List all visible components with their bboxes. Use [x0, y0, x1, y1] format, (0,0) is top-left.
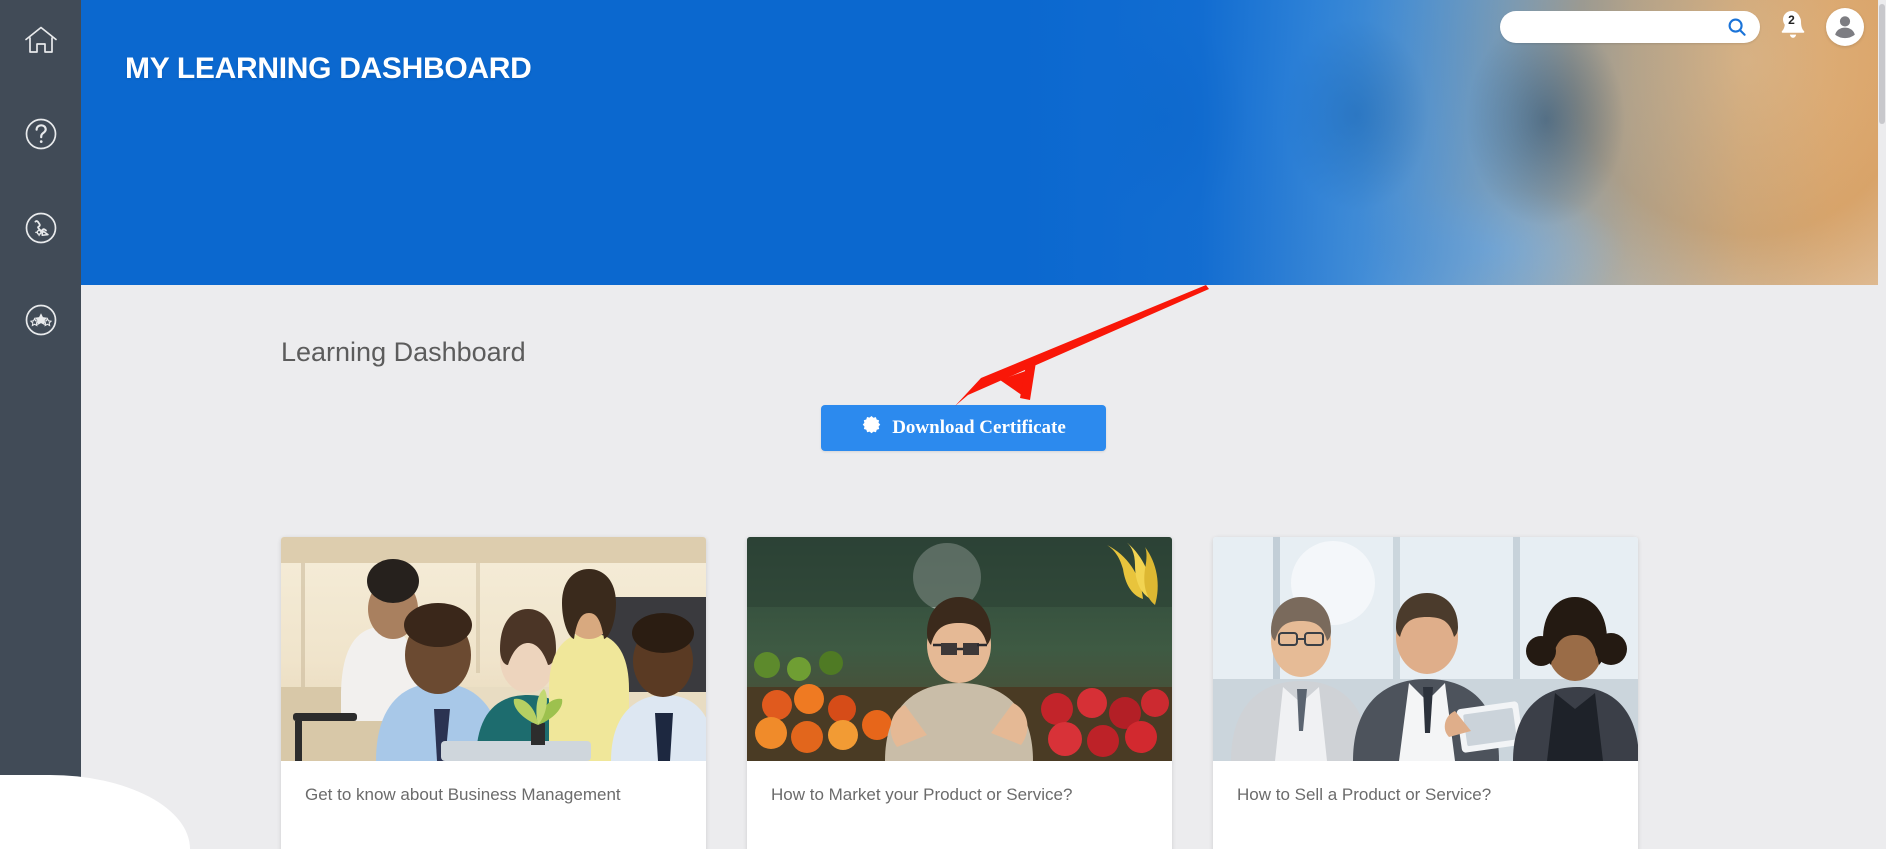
main-content: Learning Dashboard Download Certificate: [81, 285, 1886, 849]
search-icon[interactable]: [1726, 16, 1748, 38]
scrollbar-thumb[interactable]: [1879, 4, 1885, 124]
course-card-image: [747, 537, 1172, 761]
user-avatar[interactable]: [1826, 8, 1864, 46]
sidebar-item-home[interactable]: [0, 0, 81, 80]
download-certificate-label: Download Certificate: [892, 417, 1066, 438]
course-card[interactable]: How to Sell a Product or Service?: [1213, 537, 1638, 849]
top-bar-controls: 2: [1500, 8, 1864, 46]
search-box[interactable]: [1500, 11, 1760, 43]
course-card-title: Get to know about Business Management: [305, 785, 621, 804]
bell-icon: [1776, 11, 1810, 49]
certificate-seal-icon: [861, 415, 882, 442]
help-icon: [21, 114, 61, 154]
notification-count-badge: 2: [1783, 11, 1800, 28]
page-header-title: MY LEARNING DASHBOARD: [125, 52, 532, 85]
course-card-image: [281, 537, 706, 761]
left-sidebar-rail: [0, 0, 81, 849]
vertical-scrollbar[interactable]: [1878, 0, 1886, 849]
home-icon: [21, 20, 61, 60]
course-card[interactable]: How to Market your Product or Service?: [747, 537, 1172, 849]
course-card-title: How to Market your Product or Service?: [771, 785, 1073, 804]
page-title: Learning Dashboard: [281, 337, 526, 367]
sidebar-item-support[interactable]: [0, 188, 81, 268]
user-avatar-icon: [1829, 8, 1861, 46]
course-card-title: How to Sell a Product or Service?: [1237, 785, 1492, 804]
notifications-button[interactable]: 2: [1776, 9, 1810, 45]
search-input[interactable]: [1514, 12, 1726, 42]
support-contact-icon: [21, 208, 61, 248]
sidebar-item-help[interactable]: [0, 94, 81, 174]
learning-dashboard-page: MY LEARNING DASHBOARD 2 Learning Dashboa…: [0, 0, 1886, 849]
download-certificate-button[interactable]: Download Certificate: [821, 405, 1106, 451]
sidebar-item-ratings[interactable]: [0, 280, 81, 360]
course-card-list: Get to know about Business Management Ho…: [281, 537, 1638, 849]
stars-rating-icon: [21, 300, 61, 340]
course-card-image: [1213, 537, 1638, 761]
course-card[interactable]: Get to know about Business Management: [281, 537, 706, 849]
